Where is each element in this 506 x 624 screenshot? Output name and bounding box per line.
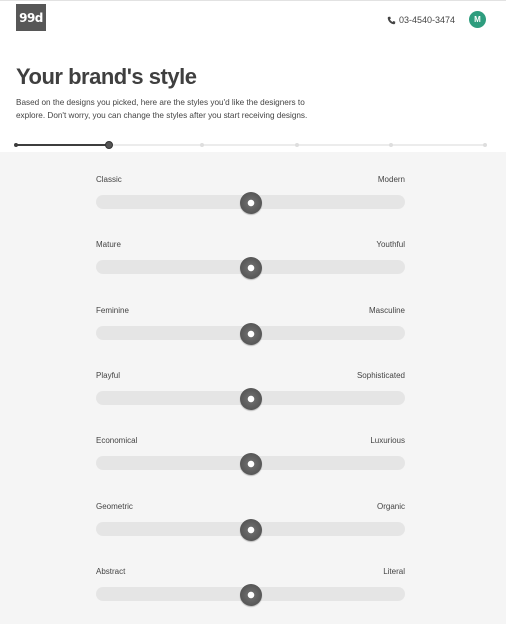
slider-right-label: Luxurious <box>370 436 405 445</box>
slider-handle[interactable] <box>240 257 262 279</box>
page-subtitle: Based on the designs you picked, here ar… <box>16 98 308 120</box>
header: 99d 03-4540-3474 M <box>0 0 506 40</box>
slider-left-label: Playful <box>96 371 121 380</box>
slider-left-label: Abstract <box>96 567 126 576</box>
phone-icon <box>387 16 396 25</box>
phone-number: 03-4540-3474 <box>399 15 456 25</box>
slider-geometric-organic: Geometric Organic <box>96 502 405 542</box>
slider-playful-sophisticated: Playful Sophisticated <box>96 371 405 411</box>
slider-left-label: Geometric <box>96 502 133 511</box>
slider-right-label: Literal <box>383 567 405 576</box>
user-avatar[interactable]: M <box>469 11 486 28</box>
slider-right-label: Sophisticated <box>356 371 405 380</box>
style-sliders-panel: Classic Modern Mature Youthful Feminine … <box>0 152 506 624</box>
progress-stepper <box>0 138 506 152</box>
slider-handle[interactable] <box>240 453 262 475</box>
slider-feminine-masculine: Feminine Masculine <box>96 306 405 346</box>
slider-abstract-literal: Abstract Literal <box>96 567 405 607</box>
progress-step-3 <box>200 143 204 147</box>
progress-step-2 <box>105 141 113 149</box>
progress-step-1 <box>14 143 18 147</box>
slider-right-label: Masculine <box>368 306 405 315</box>
progress-step-5 <box>389 143 393 147</box>
slider-right-label: Youthful <box>376 240 405 249</box>
page-title: Your brand's style <box>16 64 197 89</box>
slider-handle[interactable] <box>240 323 262 345</box>
slider-left-label: Mature <box>96 240 121 249</box>
slider-mature-youthful: Mature Youthful <box>96 240 405 280</box>
slider-right-label: Modern <box>377 175 405 184</box>
phone-contact[interactable]: 03-4540-3474 <box>387 14 455 26</box>
slider-left-label: Feminine <box>96 306 129 315</box>
slider-left-label: Economical <box>96 436 138 445</box>
slider-classic-modern: Classic Modern <box>96 175 405 215</box>
progress-step-6 <box>483 143 487 147</box>
slider-left-label: Classic <box>96 175 122 184</box>
slider-economical-luxurious: Economical Luxurious <box>96 436 405 476</box>
progress-step-4 <box>295 143 299 147</box>
slider-handle[interactable] <box>240 192 262 214</box>
slider-right-label: Organic <box>376 502 405 511</box>
slider-handle[interactable] <box>240 388 262 410</box>
progress-fill <box>16 144 110 146</box>
slider-handle[interactable] <box>240 584 262 606</box>
slider-handle[interactable] <box>240 519 262 541</box>
brand-logo[interactable]: 99d <box>16 4 46 31</box>
